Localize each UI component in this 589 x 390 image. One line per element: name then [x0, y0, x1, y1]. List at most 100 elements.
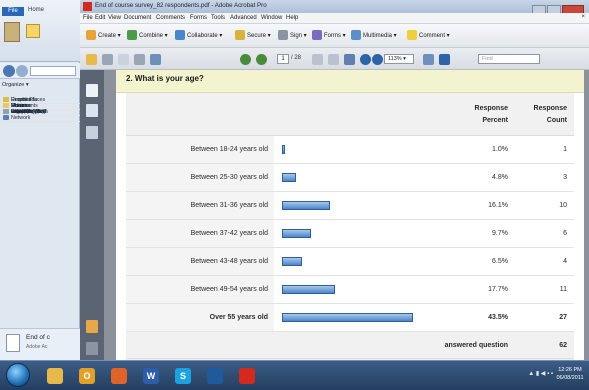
back-icon[interactable] — [3, 65, 15, 77]
title-bar[interactable]: End of course survey_82 respondents.pdf … — [80, 0, 589, 14]
bookmarks-icon[interactable] — [86, 104, 98, 117]
menu-view[interactable]: View — [108, 15, 121, 21]
explorer-icon — [47, 368, 63, 384]
bar-cell — [276, 248, 450, 275]
email-icon[interactable] — [118, 54, 129, 65]
answer-label: Between 18-24 years old — [126, 136, 274, 163]
forward-icon[interactable] — [16, 65, 28, 77]
response-count: 11 — [559, 286, 567, 293]
taskbar-firefox-button[interactable] — [104, 364, 134, 388]
collaborate-button[interactable]: Collaborate ▾ — [175, 30, 222, 42]
response-bar — [282, 229, 312, 238]
film-icon — [351, 30, 361, 41]
collaborate-label: Collaborate ▾ — [187, 33, 223, 39]
menu-tools[interactable]: Tools — [211, 15, 225, 21]
fit-width-icon[interactable] — [439, 54, 450, 65]
explorer-home-tab[interactable]: Home — [28, 7, 44, 13]
attachments-icon[interactable] — [86, 126, 98, 139]
address-field[interactable] — [30, 66, 76, 76]
forms-button[interactable]: Forms ▾ — [312, 30, 346, 42]
document-area[interactable]: 2. What is your age? Response Percent Re… — [104, 70, 589, 360]
response-percent: 9.7% — [492, 230, 508, 237]
page-total: / 28 — [291, 55, 302, 61]
answer-label: Between 31-36 years old — [126, 192, 274, 219]
previous-page-icon[interactable] — [240, 54, 251, 65]
create-button[interactable]: Create ▾ — [86, 30, 121, 42]
attach-clip-icon[interactable] — [86, 342, 98, 355]
clock[interactable]: 12:26 PM 06/08/2011 — [555, 366, 585, 382]
bar-cell — [276, 164, 450, 191]
select-tool-icon[interactable] — [312, 54, 323, 65]
table-row: Between 37-42 years old 9.7% 6 — [126, 220, 574, 248]
page-number-input[interactable]: 1 — [277, 54, 289, 64]
hand-tool-icon[interactable] — [328, 54, 339, 65]
menu-help[interactable]: Help — [286, 15, 298, 21]
menu-edit[interactable]: Edit — [95, 15, 105, 21]
question-title: 2. What is your age? — [126, 74, 204, 83]
save-icon[interactable] — [134, 54, 145, 65]
print-icon[interactable] — [102, 54, 113, 65]
clock-date: 06/08/2011 — [556, 375, 584, 381]
table-row: Between 43-48 years old 6.5% 4 — [126, 248, 574, 276]
word-icon: W — [143, 368, 159, 384]
taskbar-acrobat-button[interactable] — [232, 364, 262, 388]
explorer-window[interactable]: File Home Organize ▾ Downloads Dropbox Rec… — [0, 0, 451, 360]
taskbar-photoshop-button[interactable] — [200, 364, 230, 388]
navigation-panel — [80, 70, 104, 360]
clock-time: 12:26 PM — [558, 367, 582, 373]
create-label: Create ▾ — [98, 33, 121, 39]
photoshop-icon — [207, 368, 223, 384]
zoom-out-icon[interactable] — [360, 54, 371, 65]
zoom-tool-icon[interactable] — [344, 54, 355, 65]
acrobat-app-icon[interactable] — [83, 2, 92, 11]
find-input[interactable]: Find — [478, 54, 540, 64]
zoom-select[interactable]: 113% ▾ — [384, 54, 414, 64]
forms-icon — [312, 30, 322, 41]
multimedia-button[interactable]: Multimedia ▾ — [351, 30, 397, 42]
acrobat-window: End of course survey_82 respondents.pdf … — [80, 0, 589, 360]
sign-button[interactable]: Sign ▾ — [278, 30, 307, 42]
combine-button[interactable]: Combine ▾ — [127, 30, 168, 42]
copy-icon[interactable] — [26, 24, 40, 38]
outlook-icon: O — [79, 368, 95, 384]
menu-window[interactable]: Window — [261, 15, 282, 21]
explorer-file-tab[interactable]: File — [2, 7, 24, 16]
navigation-tree: Downloads Dropbox Recent Places Libraries Do… — [3, 96, 451, 123]
window-title: End of course survey_82 respondents.pdf … — [95, 2, 267, 9]
menu-file[interactable]: File — [83, 15, 93, 21]
next-page-icon[interactable] — [256, 54, 267, 65]
menu-bar: File Edit View Document Comments Forms T… — [80, 13, 589, 24]
menu-comments[interactable]: Comments — [156, 15, 185, 21]
organize-button[interactable]: Organize ▾ — [2, 82, 29, 88]
pages-icon[interactable] — [86, 84, 98, 97]
menu-forms[interactable]: Forms — [190, 15, 207, 21]
secure-button[interactable]: Secure ▾ — [235, 30, 271, 42]
taskbar-outlook-button[interactable]: O — [72, 364, 102, 388]
network-icon — [3, 115, 9, 121]
create-icon — [86, 30, 96, 41]
taskbar-word-button[interactable]: W — [136, 364, 166, 388]
question-header: 2. What is your age? — [116, 70, 584, 93]
forms-label: Forms ▾ — [324, 33, 346, 39]
paste-icon[interactable] — [4, 22, 20, 42]
comment-button[interactable]: Comment ▾ — [407, 30, 450, 42]
tree-item-label: Network — [11, 115, 31, 121]
start-button[interactable] — [6, 363, 30, 387]
response-count: 10 — [559, 202, 567, 209]
response-percent-header: Response Percent — [474, 105, 508, 124]
system-tray[interactable]: ▲ ▮ ◀ ▪ ▪ — [528, 370, 553, 377]
zoom-in-icon[interactable] — [372, 54, 383, 65]
fit-page-icon[interactable] — [423, 54, 434, 65]
table-row: Over 55 years old 43.5% 27 — [126, 304, 574, 332]
explorer-nav-bar — [0, 63, 80, 79]
open-icon[interactable] — [86, 54, 97, 65]
skype-icon: S — [175, 368, 191, 384]
comments-panel-icon[interactable] — [86, 320, 98, 333]
taskbar-skype-button[interactable]: S — [168, 364, 198, 388]
menu-advanced[interactable]: Advanced — [230, 15, 257, 21]
globe-icon[interactable] — [150, 54, 161, 65]
menu-document[interactable]: Document — [124, 15, 151, 21]
menu-close-icon[interactable]: × — [581, 14, 585, 20]
pen-icon — [278, 30, 288, 41]
taskbar-explorer-button[interactable] — [40, 364, 70, 388]
